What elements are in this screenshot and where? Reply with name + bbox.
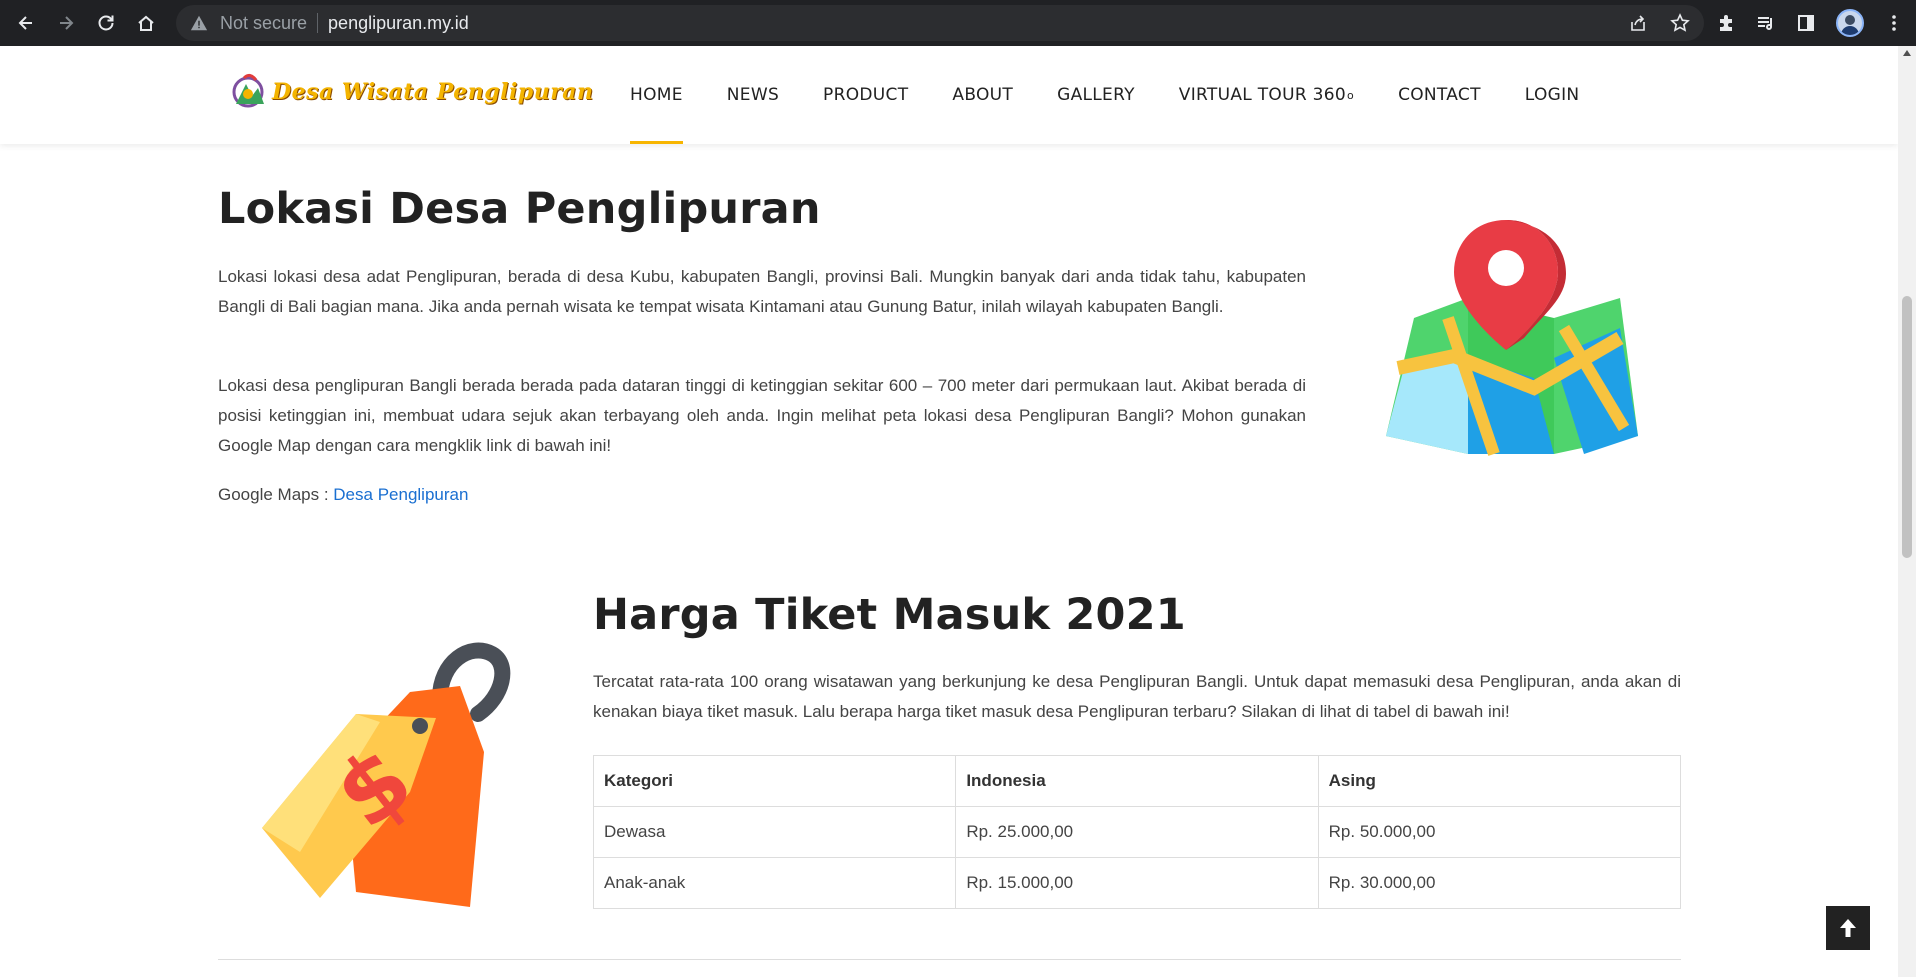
table-cell: Rp. 15.000,00	[955, 857, 1319, 909]
nav-home[interactable]: HOME	[630, 46, 683, 144]
reload-button[interactable]	[86, 0, 126, 46]
media-queue-icon[interactable]	[1756, 13, 1776, 33]
location-paragraph-1: Lokasi lokasi desa adat Penglipuran, ber…	[218, 267, 1306, 316]
address-bar[interactable]: Not secure penglipuran.my.id	[176, 5, 1704, 41]
browser-toolbar: Not secure penglipuran.my.id	[0, 0, 1916, 46]
table-header-cell: Asing	[1317, 755, 1682, 807]
site-logo[interactable]: Desa Wisata Penglipuran	[226, 70, 594, 114]
main-nav: HOME NEWS PRODUCT ABOUT GALLERY VIRTUAL …	[630, 46, 1623, 144]
table-cell: Rp. 25.000,00	[955, 806, 1319, 858]
reload-icon	[98, 15, 114, 31]
nav-contact[interactable]: CONTACT	[1398, 46, 1481, 144]
site-header: Desa Wisata Penglipuran HOME NEWS PRODUC…	[0, 46, 1898, 144]
section-divider	[218, 959, 1681, 960]
tickets-paragraph: Tercatat rata-rata 100 orang wisatawan y…	[593, 672, 1681, 721]
table-header-cell: Kategori	[592, 755, 957, 807]
scroll-up-arrow-icon[interactable]	[1903, 50, 1911, 56]
scrollbar-thumb[interactable]	[1902, 296, 1912, 558]
arrow-up-icon	[1840, 919, 1856, 937]
location-title: Lokasi Desa Penglipuran	[218, 184, 821, 234]
nav-gallery[interactable]: GALLERY	[1057, 46, 1135, 144]
profile-avatar[interactable]	[1836, 9, 1864, 37]
ticket-price-table: Kategori Indonesia Asing Dewasa Rp. 25.0…	[592, 755, 1682, 909]
table-row: Anak-anak Rp. 15.000,00 Rp. 30.000,00	[592, 857, 1682, 909]
forward-button[interactable]	[46, 0, 86, 46]
page-scrollbar[interactable]	[1898, 46, 1916, 977]
table-header-cell: Indonesia	[955, 755, 1319, 807]
google-maps-link[interactable]: Desa Penglipuran	[333, 485, 468, 504]
url-text[interactable]: penglipuran.my.id	[328, 13, 469, 34]
side-panel-icon[interactable]	[1796, 13, 1816, 33]
arrow-left-icon	[18, 16, 32, 30]
google-maps-line: Google Maps : Desa Penglipuran	[218, 480, 818, 510]
table-cell: Anak-anak	[592, 857, 957, 909]
nav-virtual-tour-degree: o	[1347, 88, 1355, 102]
tickets-title: Harga Tiket Masuk 2021	[593, 590, 1186, 640]
logo-emblem-icon	[232, 73, 264, 108]
price-tag-icon: $	[262, 642, 511, 907]
logo-text: Desa Wisata Penglipuran	[272, 79, 594, 105]
nav-virtual-tour-label: VIRTUAL TOUR 360	[1178, 85, 1347, 105]
table-cell: Dewasa	[592, 806, 957, 858]
nav-about[interactable]: ABOUT	[952, 46, 1013, 144]
omnibox-divider	[317, 13, 319, 33]
google-maps-label: Google Maps :	[218, 485, 334, 504]
nav-product[interactable]: PRODUCT	[823, 46, 908, 144]
back-button[interactable]	[6, 0, 46, 46]
nav-login[interactable]: LOGIN	[1525, 46, 1580, 144]
nav-virtual-tour[interactable]: VIRTUAL TOUR 360 o	[1179, 46, 1354, 144]
table-row: Dewasa Rp. 25.000,00 Rp. 50.000,00	[592, 806, 1682, 858]
table-cell: Rp. 50.000,00	[1317, 806, 1682, 858]
map-pin-icon	[1386, 220, 1638, 456]
location-paragraph-2: Lokasi desa penglipuran Bangli berada be…	[218, 376, 1306, 455]
bookmark-star-icon[interactable]	[1670, 13, 1690, 33]
back-to-top-button[interactable]	[1826, 906, 1870, 950]
more-vertical-icon[interactable]	[1884, 13, 1904, 33]
home-icon	[138, 15, 154, 31]
warning-icon	[190, 15, 208, 31]
security-label[interactable]: Not secure	[220, 13, 307, 34]
extensions-puzzle-icon[interactable]	[1716, 13, 1736, 33]
nav-news[interactable]: NEWS	[727, 46, 779, 144]
table-header-row: Kategori Indonesia Asing	[592, 755, 1682, 807]
home-button[interactable]	[126, 0, 166, 46]
table-cell: Rp. 30.000,00	[1317, 857, 1682, 909]
share-icon[interactable]	[1628, 13, 1648, 33]
page-viewport: Desa Wisata Penglipuran HOME NEWS PRODUC…	[0, 46, 1898, 977]
arrow-right-icon	[60, 16, 74, 30]
